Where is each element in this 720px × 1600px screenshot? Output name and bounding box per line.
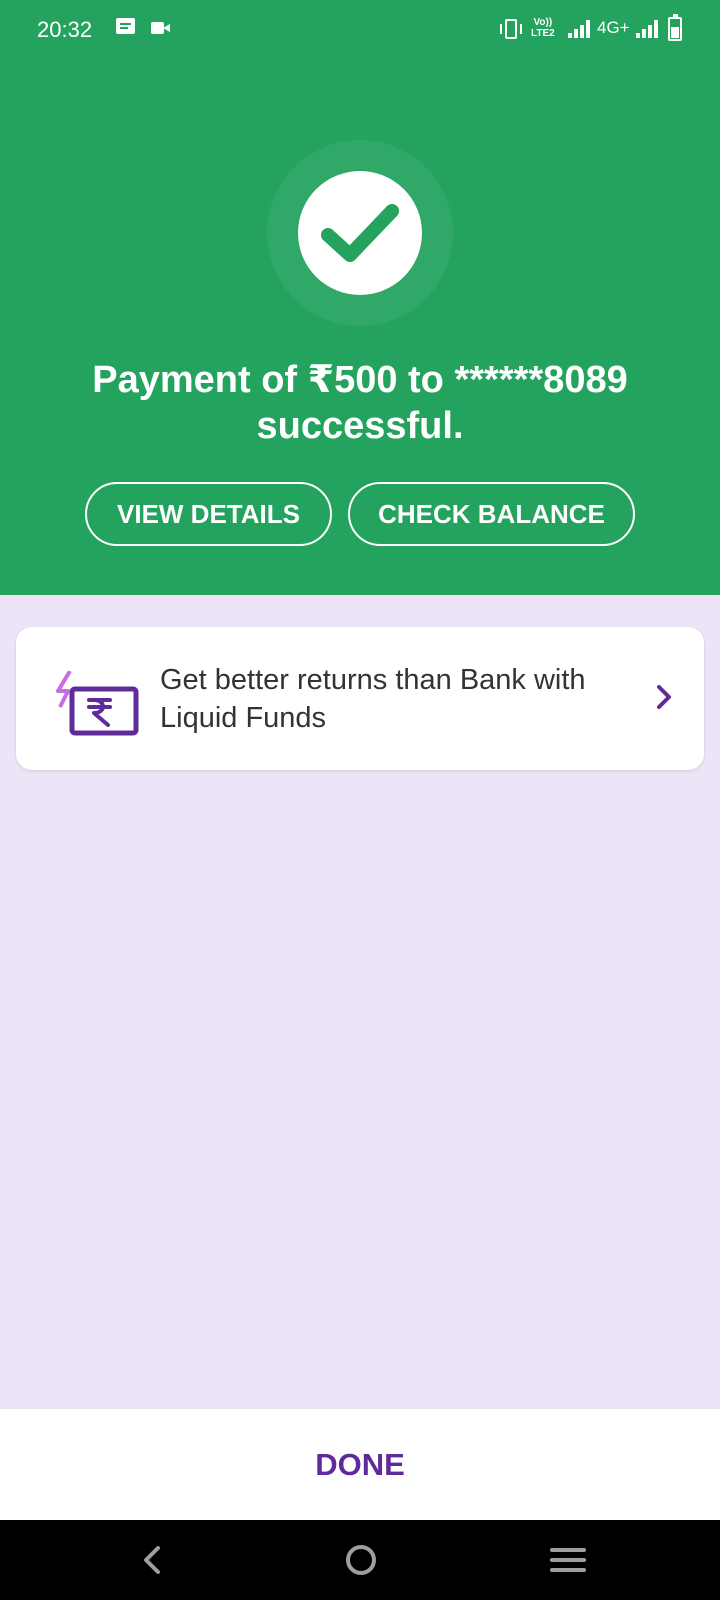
check-balance-button[interactable]: CHECK BALANCE [348,482,635,546]
payment-status-title: Payment of ₹500 to ******8089 successful… [92,359,628,447]
view-details-button[interactable]: VIEW DETAILS [85,482,332,546]
chevron-right-icon [656,685,672,714]
signal-icon [568,20,590,38]
message-icon [116,18,135,34]
promo-text: Get better returns than Bank with Liquid… [160,664,586,734]
volte-indicator: Vo)) LTE2 [531,17,555,39]
signal-icon-2 [636,20,658,38]
done-button[interactable]: DONE [0,1409,720,1521]
battery-icon [668,14,682,41]
footer-bar: DONE [0,1408,720,1520]
status-bar: 20:32 Vo)) LTE2 4G+ [0,0,720,60]
network-type: 4G+ [597,18,630,37]
home-icon[interactable] [341,1540,381,1580]
vibrate-icon [500,19,522,39]
rupee-card-icon [54,669,142,742]
liquid-funds-promo-card[interactable]: Get better returns than Bank with Liquid… [16,627,704,770]
video-icon [151,22,170,34]
check-icon [298,171,422,295]
success-header: 20:32 Vo)) LTE2 4G+ Payment of ₹500 to **… [0,0,720,595]
status-time: 20:32 [37,17,93,42]
menu-icon[interactable] [548,1540,588,1580]
system-nav-bar [0,1520,720,1600]
back-icon[interactable] [134,1540,174,1580]
